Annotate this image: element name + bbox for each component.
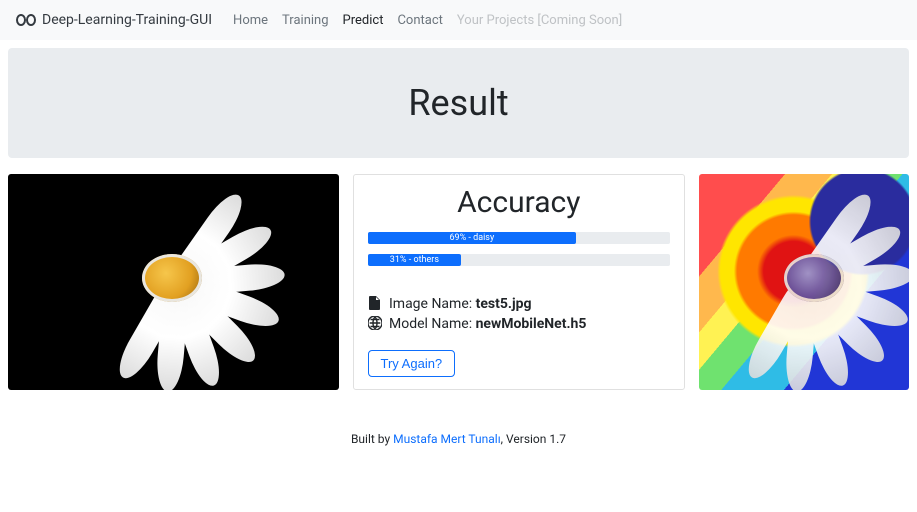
heatmap-daisy-overlay (737, 191, 876, 377)
footer-author-link[interactable]: Mustafa Mert Tunalı (393, 432, 501, 446)
accuracy-heading: Accuracy (368, 185, 671, 220)
progress-others-bar: 31% - others (368, 254, 462, 266)
footer-prefix: Built by (351, 432, 393, 446)
brand-text: Deep-Learning-Training-GUI (42, 12, 212, 28)
daisy-image (67, 191, 285, 377)
progress-daisy-bar: 69% - daisy (368, 232, 577, 244)
try-again-button[interactable]: Try Again? (368, 350, 456, 377)
footer: Built by Mustafa Mert Tunalı, Version 1.… (0, 432, 917, 476)
progress-others: 31% - others (368, 254, 671, 266)
brand[interactable]: Deep-Learning-Training-GUI (16, 12, 212, 28)
model-name-row: Model Name: newMobileNet.h5 (368, 316, 671, 334)
navbar: Deep-Learning-Training-GUI Home Training… (0, 0, 917, 40)
nav-predict[interactable]: Predict (343, 13, 384, 28)
page-title: Result (408, 82, 508, 124)
footer-suffix: , Version 1.7 (501, 432, 566, 446)
nav-your-projects: Your Projects [Coming Soon] (457, 13, 622, 28)
model-name-label: Model Name: (389, 316, 472, 332)
nav-training[interactable]: Training (282, 13, 328, 28)
accuracy-card: Accuracy 69% - daisy 31% - others Image … (353, 174, 686, 390)
result-row: Accuracy 69% - daisy 31% - others Image … (8, 174, 909, 390)
infinity-icon (16, 14, 36, 26)
image-name-value: test5.jpg (476, 296, 532, 312)
heatmap-panel (699, 174, 909, 390)
input-image-panel (8, 174, 339, 390)
progress-daisy: 69% - daisy (368, 232, 671, 244)
nav-contact[interactable]: Contact (397, 13, 442, 28)
image-name-label: Image Name: (389, 296, 472, 312)
database-icon (368, 316, 382, 334)
nav-home[interactable]: Home (233, 13, 268, 28)
file-image-icon (368, 296, 382, 314)
model-name-value: newMobileNet.h5 (476, 316, 587, 332)
jumbotron: Result (8, 48, 909, 158)
image-name-row: Image Name: test5.jpg (368, 296, 671, 314)
